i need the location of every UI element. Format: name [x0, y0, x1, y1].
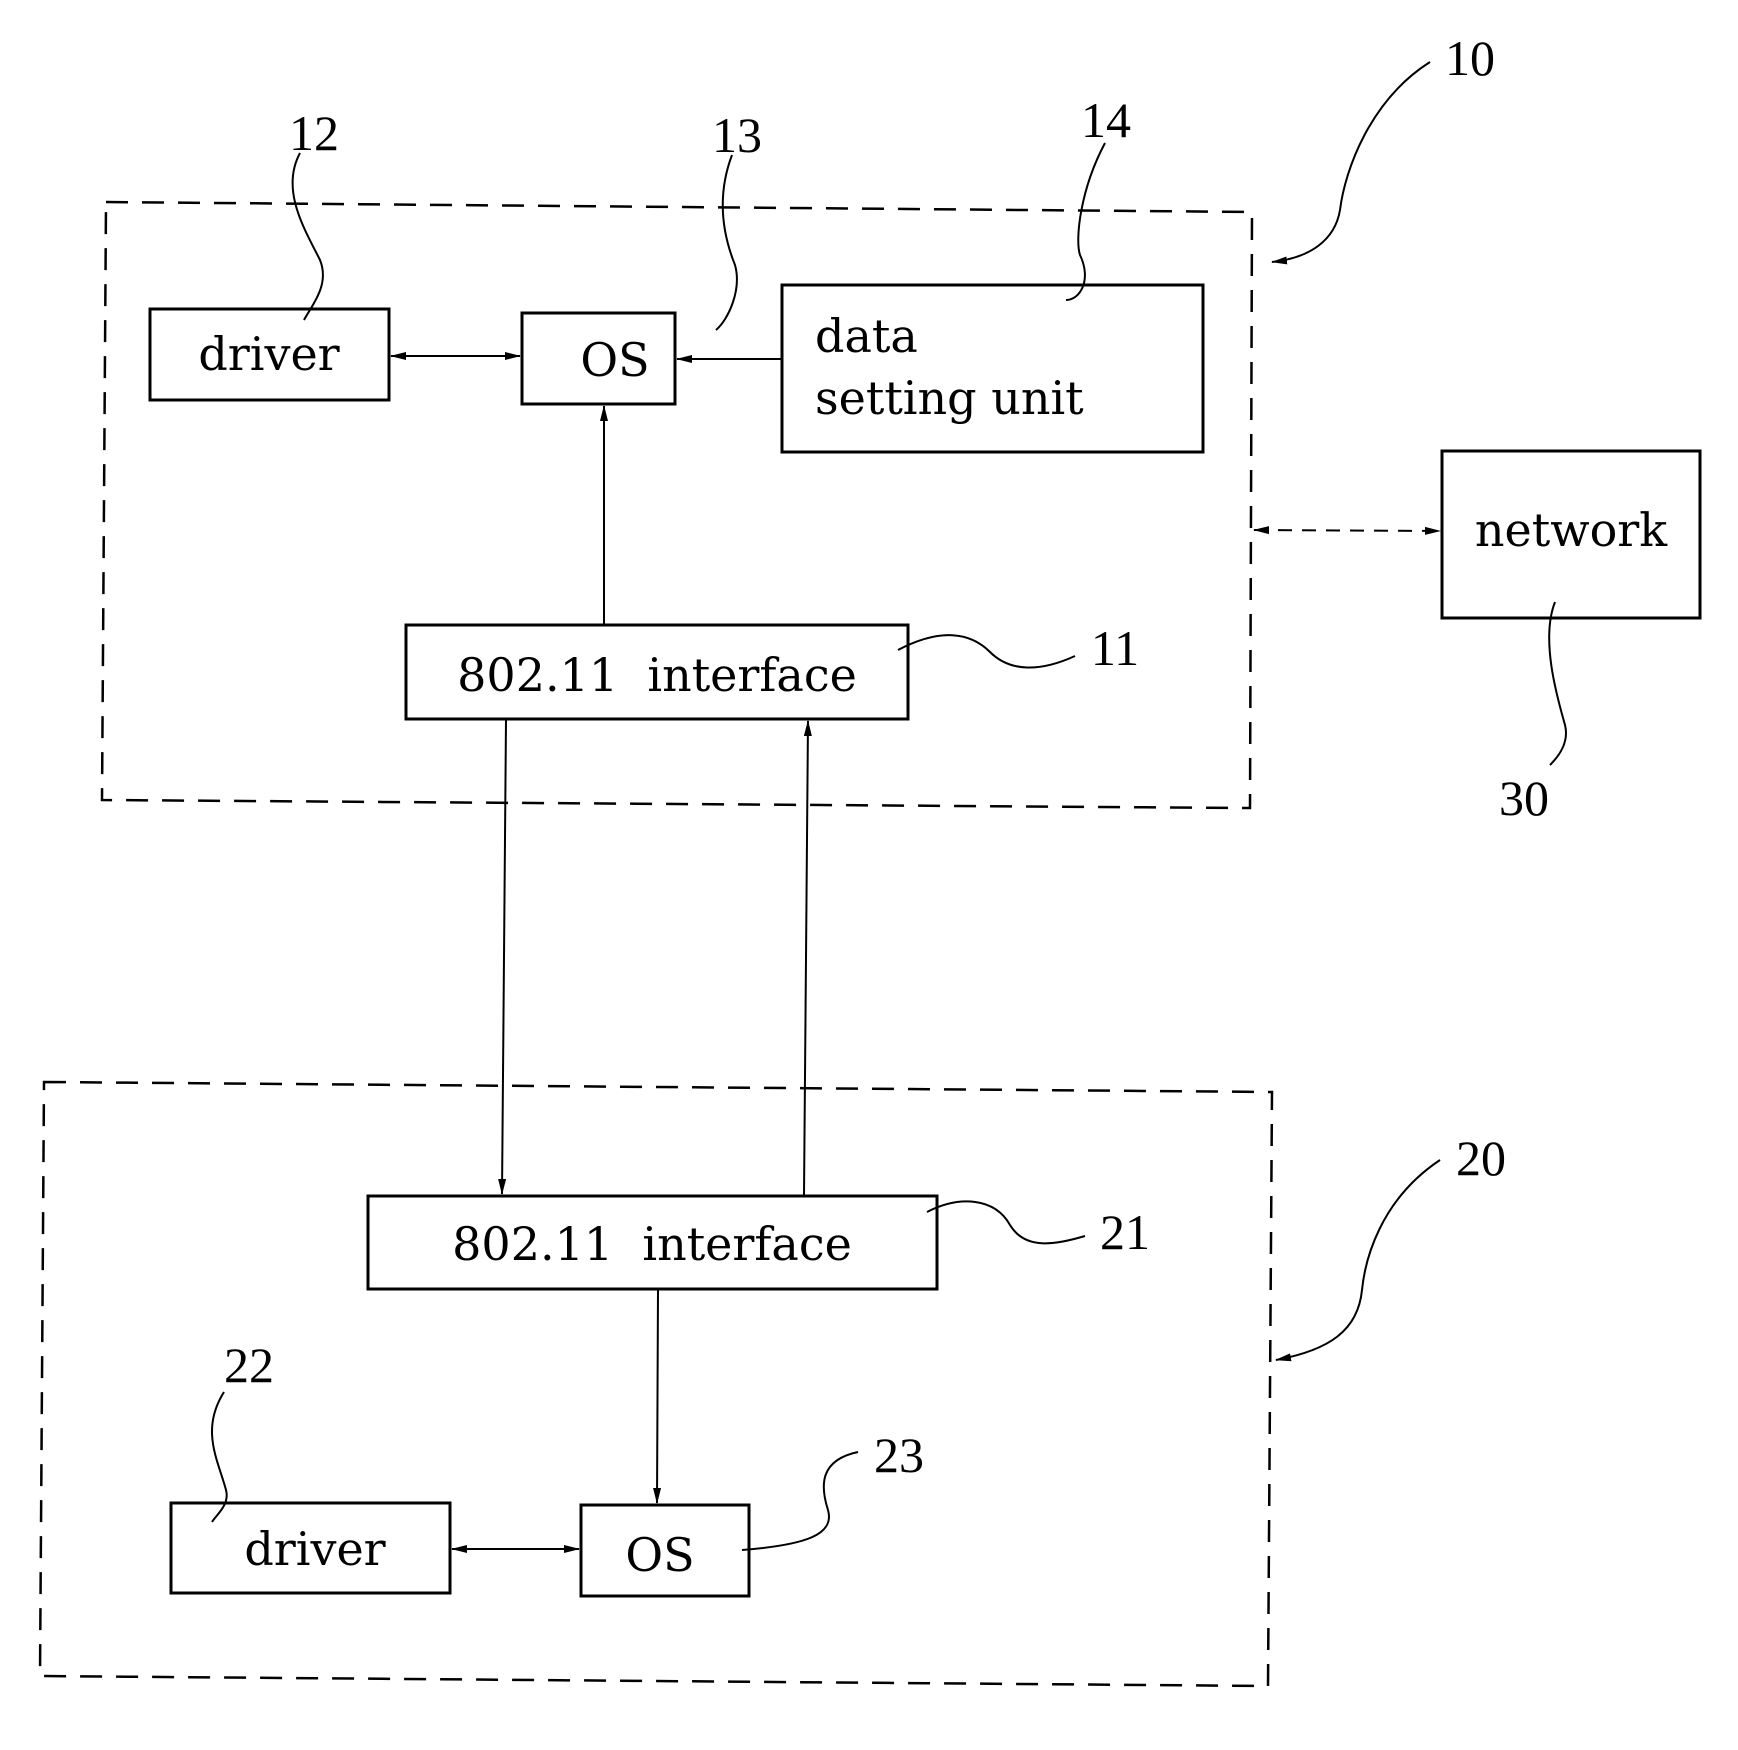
arrow-interface11-interface21: [498, 719, 507, 1195]
ref-30: 30: [1499, 770, 1549, 826]
arrow-device10-network30: [1253, 526, 1441, 535]
interface-11-block: 802.11 interface: [404, 623, 910, 721]
ref-12: 12: [289, 105, 339, 161]
leader-13: [715, 154, 738, 331]
interface-21-label: 802.11 interface: [452, 1217, 852, 1271]
data-setting-label-line2: setting unit: [815, 371, 1084, 425]
data-setting-unit-14-block: data setting unit: [780, 283, 1205, 454]
leader-10: [1271, 61, 1431, 265]
ref-10: 10: [1445, 30, 1495, 86]
network-30-block: network: [1440, 449, 1702, 620]
data-setting-label-line1: data: [815, 309, 918, 363]
leader-11: [897, 634, 1076, 669]
driver-22-block: driver: [169, 1501, 452, 1595]
driver-12-label: driver: [198, 327, 339, 381]
ref-23: 23: [874, 1427, 924, 1483]
ref-22: 22: [224, 1337, 274, 1393]
leader-21: [926, 1200, 1086, 1245]
os-13-block: OS: [520, 311, 677, 406]
os-23-block: OS: [579, 1503, 751, 1598]
network-30-label: network: [1475, 503, 1668, 557]
arrow-interface21-interface11: [803, 720, 812, 1196]
os-13-label: OS: [580, 333, 649, 387]
driver-12-block: driver: [148, 307, 391, 402]
ref-13: 13: [712, 107, 762, 163]
ref-21: 21: [1100, 1204, 1150, 1260]
interface-11-label: 802.11 interface: [457, 648, 857, 702]
leader-30: [1548, 601, 1567, 766]
arrow-interface21-os23: [653, 1289, 662, 1504]
leader-20: [1275, 1159, 1441, 1362]
os-23-label: OS: [625, 1528, 694, 1582]
driver-22-label: driver: [244, 1522, 385, 1576]
block-diagram: driver OS data setting unit 802.11 inter…: [38, 30, 1702, 1688]
leader-23: [741, 1451, 859, 1551]
ref-14: 14: [1081, 92, 1131, 148]
leader-14: [1065, 142, 1106, 301]
interface-21-block: 802.11 interface: [366, 1194, 939, 1291]
ref-11: 11: [1091, 620, 1139, 676]
ref-20: 20: [1456, 1130, 1506, 1186]
leader-12: [291, 152, 324, 321]
